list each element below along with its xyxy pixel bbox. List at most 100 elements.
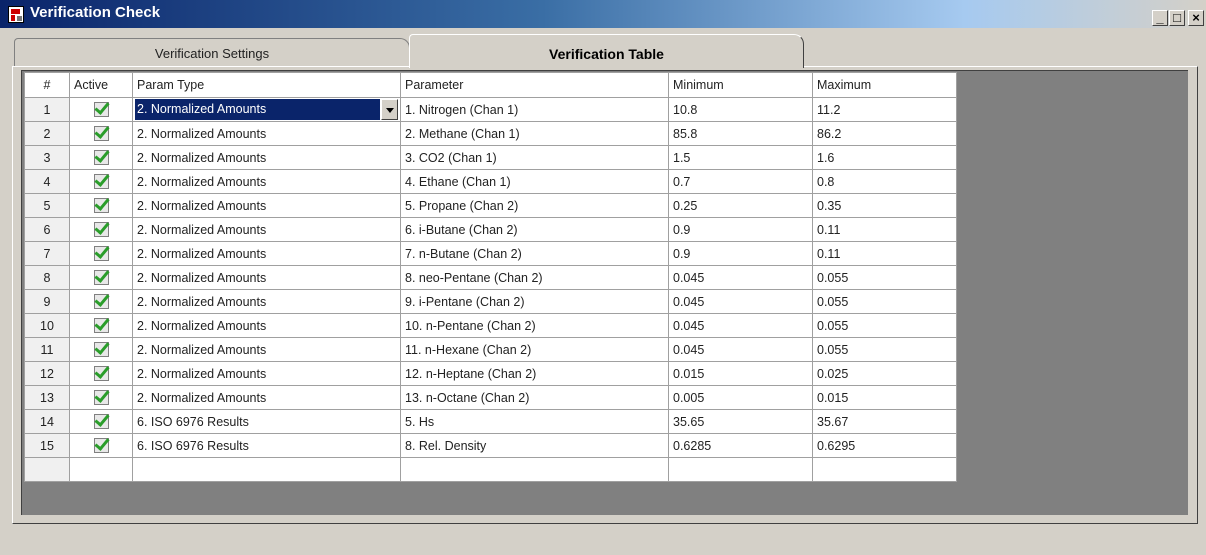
empty-cell[interactable] [69,457,133,482]
minimum-cell[interactable]: 0.045 [668,337,813,362]
param-type-dropdown-value[interactable]: 2. Normalized Amounts [135,99,380,120]
empty-cell[interactable] [812,457,957,482]
column-header-active[interactable]: Active [69,72,133,98]
active-cell[interactable] [69,121,133,146]
maximum-cell[interactable]: 11.2 [812,97,957,122]
column-header-number[interactable]: # [24,72,70,98]
parameter-cell[interactable]: 13. n-Octane (Chan 2) [400,385,669,410]
checkbox-checked-icon[interactable] [93,414,109,430]
row-number-cell[interactable]: 6 [24,217,70,242]
empty-cell[interactable] [132,457,401,482]
checkbox-checked-icon[interactable] [93,342,109,358]
table-row[interactable]: 15 6. ISO 6976 Results 8. Rel. Density 0.62… [24,433,957,458]
minimum-cell[interactable]: 0.005 [668,385,813,410]
table-row[interactable]: 13 2. Normalized Amounts 13. n-Octane (Cha… [24,385,957,410]
title-bar[interactable]: Verification Check _ □ × [0,0,1206,28]
active-cell[interactable] [69,313,133,338]
table-row[interactable]: 6 2. Normalized Amounts 6. i-Butane (Chan … [24,217,957,242]
table-row[interactable]: 9 2. Normalized Amounts 9. i-Pentane (Chan… [24,289,957,314]
row-number-cell[interactable]: 7 [24,241,70,266]
param-type-cell[interactable]: 2. Normalized Amounts [132,361,401,386]
maximum-cell[interactable]: 86.2 [812,121,957,146]
table-row[interactable]: 12 2. Normalized Amounts 12. n-Heptane (Ch… [24,361,957,386]
row-number-cell[interactable] [24,457,70,482]
minimum-cell[interactable]: 0.9 [668,241,813,266]
table-row[interactable]: 14 6. ISO 6976 Results 5. Hs 35.65 35.67 [24,409,957,434]
checkbox-checked-icon[interactable] [93,366,109,382]
row-number-cell[interactable]: 12 [24,361,70,386]
row-number-cell[interactable]: 3 [24,145,70,170]
param-type-cell[interactable]: 2. Normalized Amounts [132,289,401,314]
param-type-cell[interactable]: 2. Normalized Amounts [132,313,401,338]
table-row[interactable]: 3 2. Normalized Amounts 3. CO2 (Chan 1) 1.5… [24,145,957,170]
minimum-cell[interactable]: 0.015 [668,361,813,386]
empty-cell[interactable] [400,457,669,482]
param-type-cell[interactable]: 2. Normalized Amounts [132,385,401,410]
maximum-cell[interactable]: 1.6 [812,145,957,170]
table-row[interactable]: 8 2. Normalized Amounts 8. neo-Pentane (Ch… [24,265,957,290]
row-number-cell[interactable]: 5 [24,193,70,218]
parameter-cell[interactable]: 3. CO2 (Chan 1) [400,145,669,170]
checkbox-checked-icon[interactable] [93,246,109,262]
checkbox-checked-icon[interactable] [93,126,109,142]
active-cell[interactable] [69,433,133,458]
maximum-cell[interactable]: 0.11 [812,217,957,242]
column-header-parameter[interactable]: Parameter [400,72,669,98]
minimum-cell[interactable]: 0.6285 [668,433,813,458]
active-cell[interactable] [69,241,133,266]
maximum-cell[interactable]: 0.055 [812,265,957,290]
parameter-cell[interactable]: 6. i-Butane (Chan 2) [400,217,669,242]
active-cell[interactable] [69,289,133,314]
dropdown-arrow-icon[interactable] [381,99,398,120]
parameter-cell[interactable]: 8. Rel. Density [400,433,669,458]
minimum-cell[interactable]: 10.8 [668,97,813,122]
checkbox-checked-icon[interactable] [93,222,109,238]
active-cell[interactable] [69,193,133,218]
minimum-cell[interactable]: 1.5 [668,145,813,170]
column-header-maximum[interactable]: Maximum [812,72,957,98]
param-type-cell[interactable]: 6. ISO 6976 Results [132,409,401,434]
parameter-cell[interactable]: 7. n-Butane (Chan 2) [400,241,669,266]
active-cell[interactable] [69,385,133,410]
maximum-cell[interactable]: 0.055 [812,313,957,338]
parameter-cell[interactable]: 9. i-Pentane (Chan 2) [400,289,669,314]
minimum-cell[interactable]: 0.045 [668,265,813,290]
checkbox-checked-icon[interactable] [93,102,109,118]
row-number-cell[interactable]: 15 [24,433,70,458]
checkbox-checked-icon[interactable] [93,270,109,286]
row-number-cell[interactable]: 11 [24,337,70,362]
maximum-cell[interactable]: 35.67 [812,409,957,434]
table-row[interactable]: 5 2. Normalized Amounts 5. Propane (Chan 2… [24,193,957,218]
active-cell[interactable] [69,145,133,170]
minimize-button[interactable]: _ [1152,10,1168,26]
checkbox-checked-icon[interactable] [93,198,109,214]
table-row[interactable]: 10 2. Normalized Amounts 10. n-Pentane (Ch… [24,313,957,338]
maximum-cell[interactable]: 0.8 [812,169,957,194]
minimum-cell[interactable]: 35.65 [668,409,813,434]
param-type-dropdown[interactable]: 2. Normalized Amounts [135,99,398,120]
row-number-cell[interactable]: 4 [24,169,70,194]
parameter-cell[interactable]: 1. Nitrogen (Chan 1) [400,97,669,122]
maximum-cell[interactable]: 0.025 [812,361,957,386]
param-type-cell[interactable]: 2. Normalized Amounts [132,169,401,194]
table-row[interactable]: 4 2. Normalized Amounts 4. Ethane (Chan 1)… [24,169,957,194]
maximum-cell[interactable]: 0.35 [812,193,957,218]
checkbox-checked-icon[interactable] [93,318,109,334]
checkbox-checked-icon[interactable] [93,294,109,310]
minimum-cell[interactable]: 0.045 [668,289,813,314]
table-row-new[interactable] [24,457,957,482]
minimum-cell[interactable]: 0.045 [668,313,813,338]
param-type-cell[interactable]: 2. Normalized Amounts [132,145,401,170]
maximum-cell[interactable]: 0.11 [812,241,957,266]
param-type-cell[interactable]: 2. Normalized Amounts [132,217,401,242]
table-row[interactable]: 1 2. Normalized Amounts 1. Nitrogen (Chan … [24,97,957,122]
param-type-cell[interactable]: 2. Normalized Amounts [132,337,401,362]
table-row[interactable]: 7 2. Normalized Amounts 7. n-Butane (Chan … [24,241,957,266]
active-cell[interactable] [69,97,133,122]
row-number-cell[interactable]: 10 [24,313,70,338]
row-number-cell[interactable]: 13 [24,385,70,410]
checkbox-checked-icon[interactable] [93,150,109,166]
checkbox-checked-icon[interactable] [93,174,109,190]
param-type-cell[interactable]: 2. Normalized Amounts [132,241,401,266]
table-row[interactable]: 11 2. Normalized Amounts 11. n-Hexane (Cha… [24,337,957,362]
